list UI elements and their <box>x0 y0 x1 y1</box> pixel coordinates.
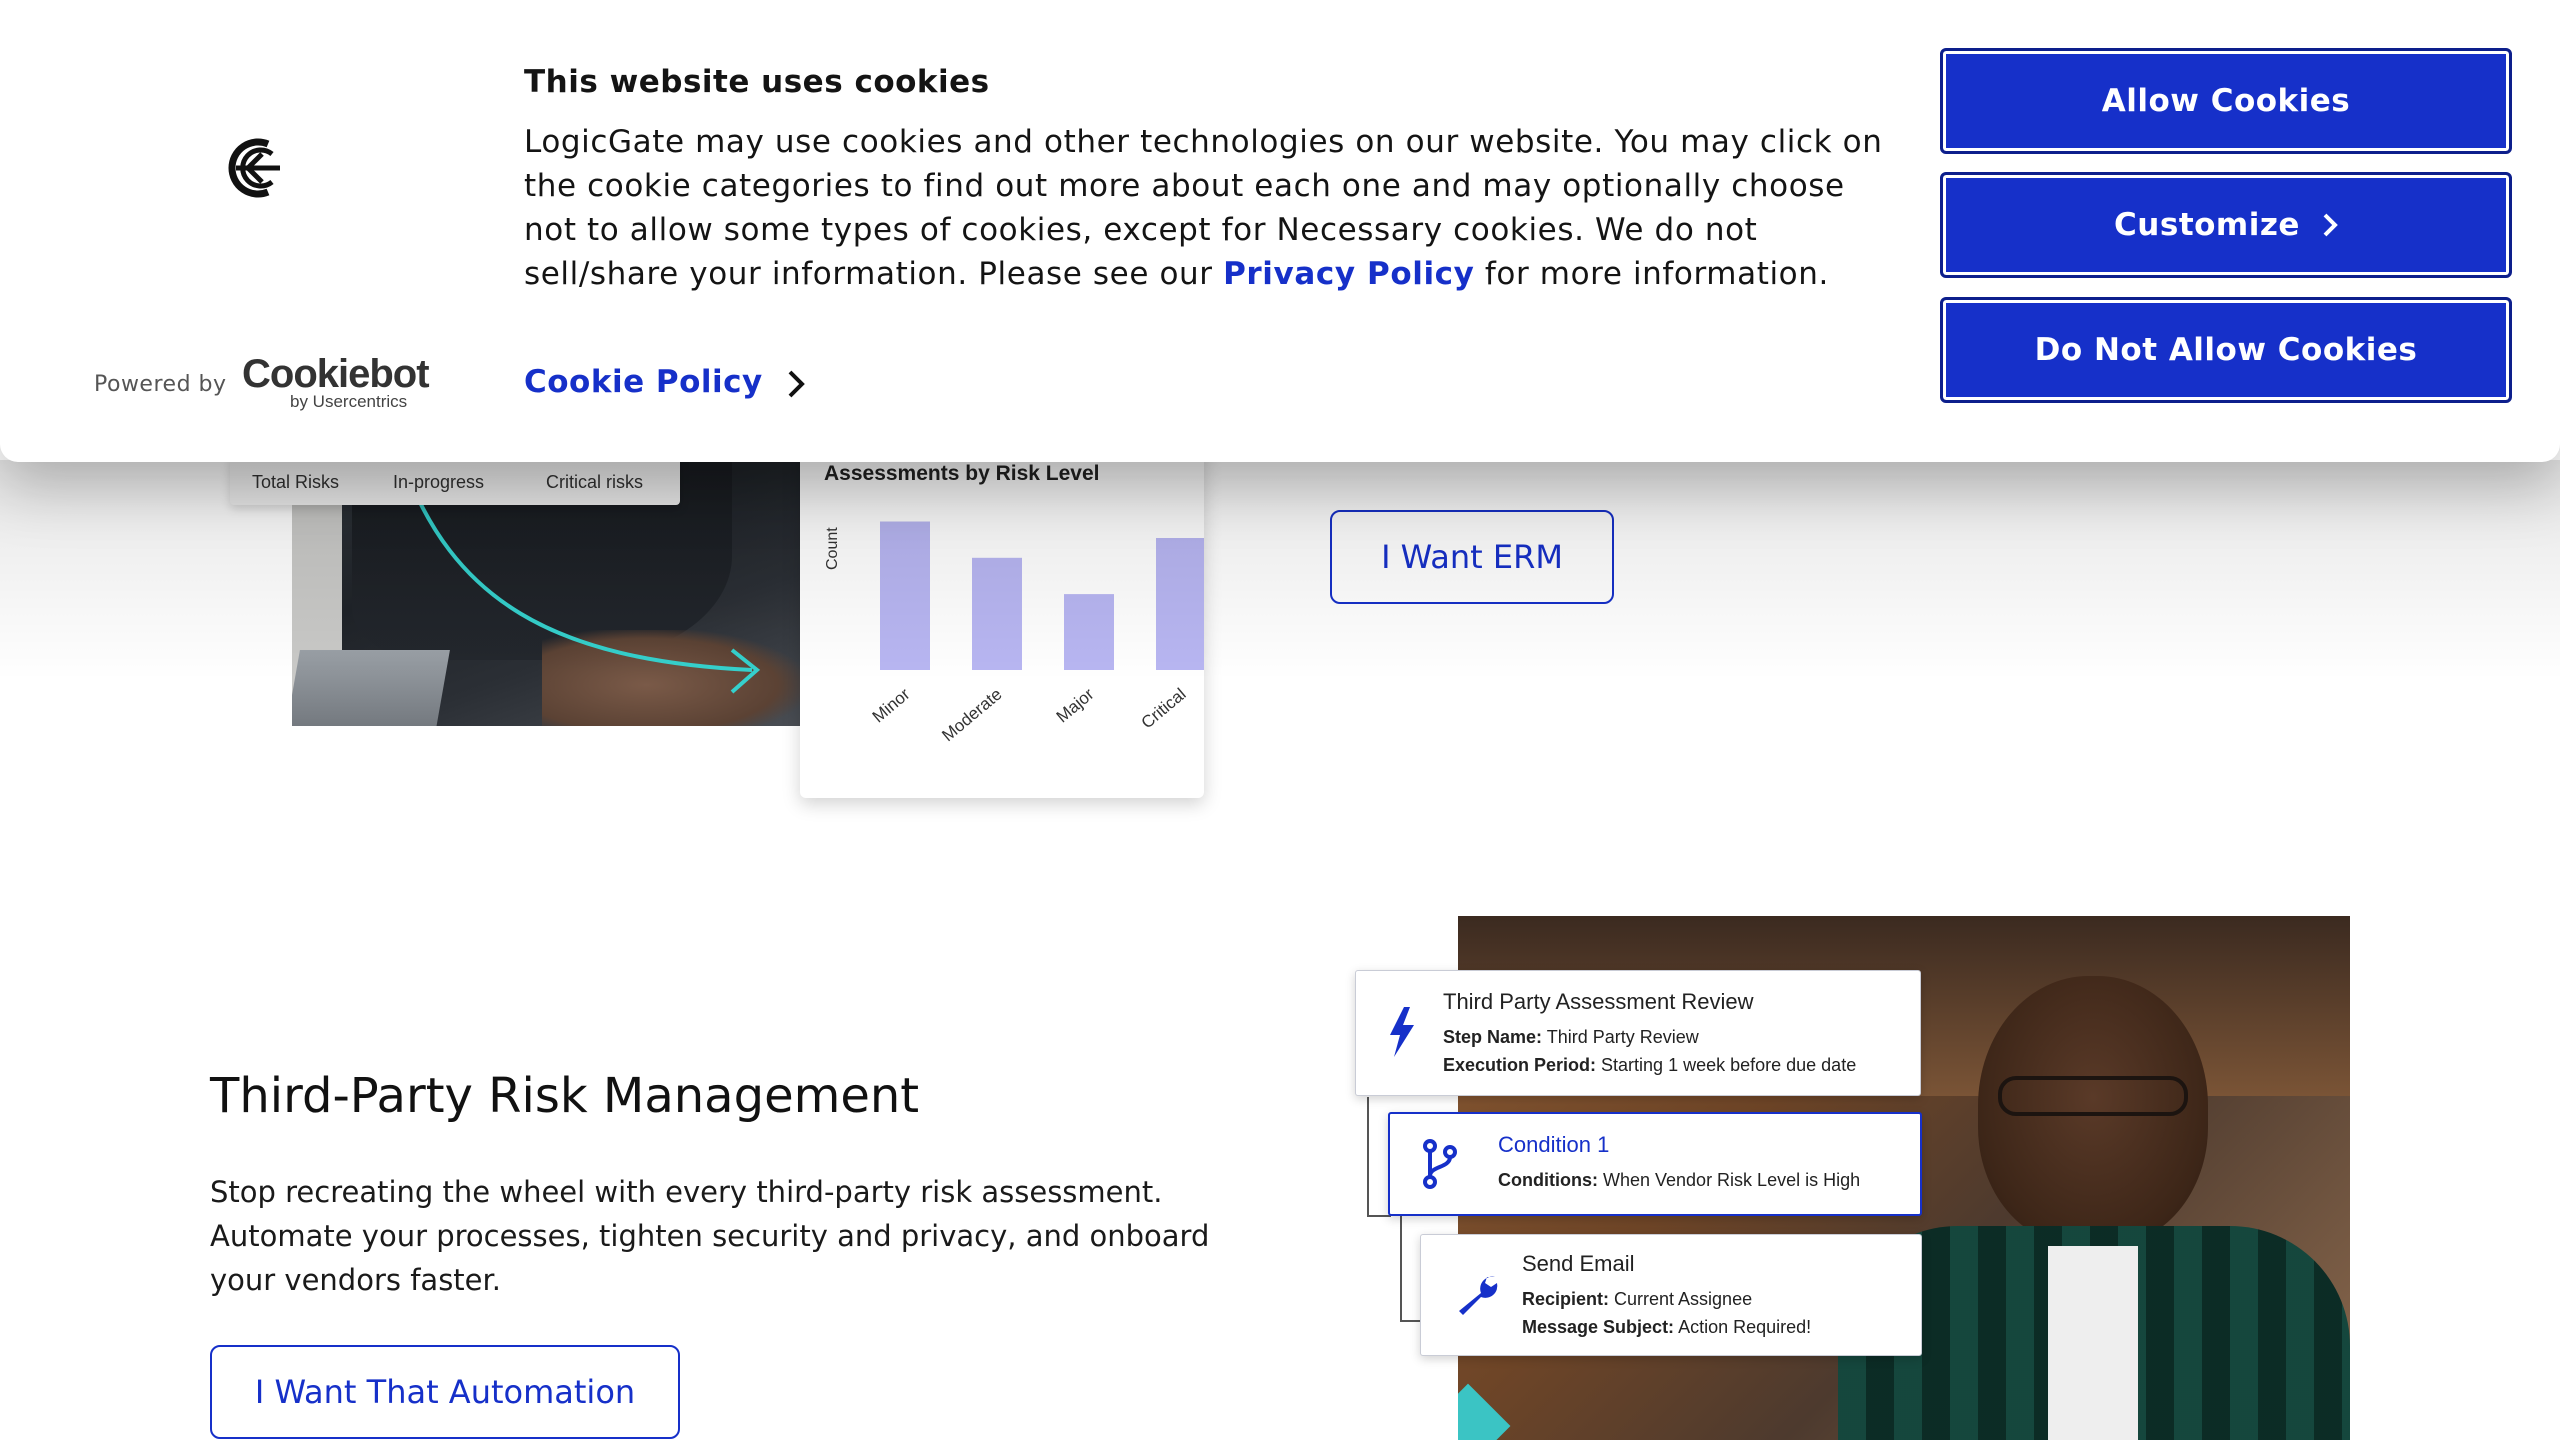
recipient-line: Recipient: Current Assignee <box>1522 1289 1753 1309</box>
chevron-right-icon[interactable] <box>784 366 808 402</box>
banner-title: This website uses cookies <box>524 64 990 100</box>
bar-moderate <box>972 557 1022 670</box>
cookie-banner: Powered by Cookiebot by Usercentrics Thi… <box>0 0 2560 462</box>
conditions-line: Conditions: When Vendor Risk Level is Hi… <box>1498 1170 1861 1190</box>
x-tick-label: Minor <box>869 684 914 726</box>
tprm-description: Stop recreating the wheel with every thi… <box>210 1175 1210 1297</box>
workflow-email-card: Send Email Recipient: Current Assignee M… <box>1420 1234 1922 1356</box>
branch-icon <box>1423 1139 1457 1189</box>
email-title: Send Email <box>1522 1251 1635 1276</box>
stat-label-critical: Critical risks <box>546 472 643 492</box>
bar-major <box>1064 594 1114 670</box>
workflow-condition-card: Condition 1 Conditions: When Vendor Risk… <box>1388 1112 1922 1216</box>
x-tick-label: Moderate <box>938 685 1005 746</box>
cookiebot-sublabel: by Usercentrics <box>290 392 408 411</box>
execution-period-line: Execution Period: Starting 1 week before… <box>1443 1055 1857 1075</box>
chart-plot: Minor Moderate Major Critical <box>869 521 1204 746</box>
chevron-right-icon <box>2323 213 2338 237</box>
powered-by-label: Powered by <box>94 372 227 397</box>
do-not-allow-cookies-button[interactable]: Do Not Allow Cookies <box>1940 297 2512 403</box>
allow-cookies-button[interactable]: Allow Cookies <box>1940 48 2512 154</box>
condition-title: Condition 1 <box>1498 1132 1610 1157</box>
i-want-erm-button[interactable]: I Want ERM <box>1330 510 1614 604</box>
step-name-line: Step Name: Third Party Review <box>1443 1027 1699 1047</box>
cookiebot-logo[interactable]: Cookiebot <box>242 352 430 397</box>
privacy-policy-link[interactable]: Privacy Policy <box>1223 256 1474 292</box>
bar-minor <box>880 521 930 670</box>
stat-label-in-progress: In-progress <box>393 472 485 492</box>
message-subject-line: Message Subject: Action Required! <box>1522 1317 1812 1337</box>
logicgate-logo-icon <box>228 138 280 198</box>
bar-critical <box>1156 538 1204 670</box>
step-title: Third Party Assessment Review <box>1443 989 1754 1014</box>
cookie-policy-link[interactable]: Cookie Policy <box>524 364 763 400</box>
workflow-step-card: Third Party Assessment Review Step Name:… <box>1355 970 1921 1096</box>
stat-label-total: Total Risks <box>252 472 340 492</box>
workflow-connector <box>1400 1216 1422 1322</box>
risk-stats-card: Total Risks In-progress Critical risks <box>230 455 680 505</box>
lightning-icon <box>1390 1007 1414 1057</box>
risk-level-chart: Assessments by Risk Level Count Minor Mod… <box>800 440 1204 798</box>
i-want-that-automation-button[interactable]: I Want That Automation <box>210 1345 680 1439</box>
wrench-icon <box>1459 1276 1498 1315</box>
customize-button[interactable]: Customize <box>1940 172 2512 278</box>
tprm-title: Third-Party Risk Management <box>210 1068 920 1124</box>
banner-body: LogicGate may use cookies and other tech… <box>524 124 1883 292</box>
x-tick-label: Major <box>1053 684 1098 726</box>
x-tick-label: Critical <box>1138 685 1190 733</box>
